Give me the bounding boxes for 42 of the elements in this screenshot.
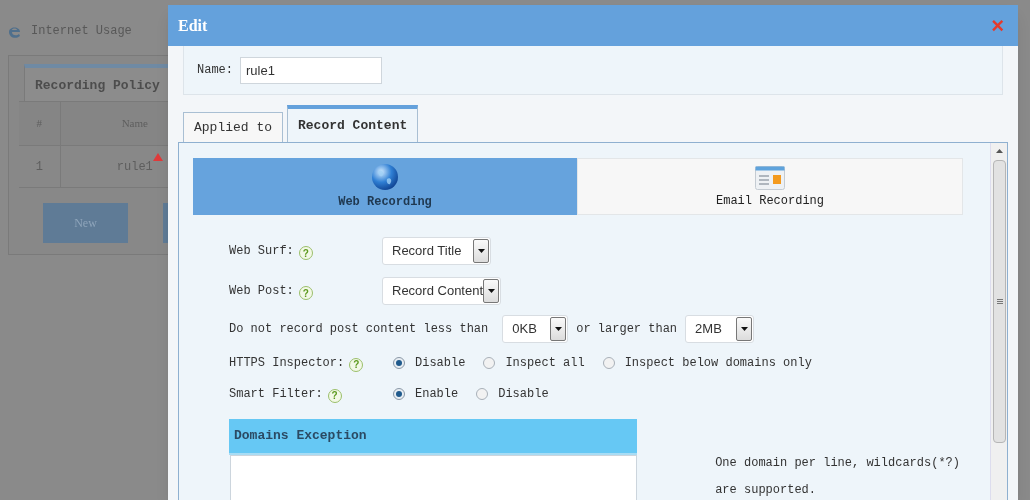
dropdown[interactable]: 2MB [685,315,755,343]
record-type-tab[interactable]: Email Recording [577,158,963,215]
setting-label: Do not record post content less than [229,321,489,338]
dropdown[interactable]: Record Content [382,277,501,305]
setting-label: or larger than [576,321,678,338]
radio-button[interactable] [483,356,496,369]
dropdown[interactable]: Record Title [382,237,491,265]
scrollbar[interactable] [990,143,1007,500]
setting-label: Smart Filter: [229,385,323,403]
option-label: Disable [498,385,549,403]
dropdown[interactable]: 0KB [502,315,569,343]
setting-label: Web Post: [229,283,294,300]
radio-button[interactable] [393,387,405,400]
setting-label: HTTPS Inspector: [229,354,345,372]
option-label: Disable [415,354,466,372]
hint-text: One domain per line, wildcards(*?) are supported. [715,455,961,499]
email-card-icon [755,166,785,190]
record-type-tab[interactable]: Web Recording [193,158,577,215]
option-label: Inspect below domains only [624,354,812,372]
dialog-title: Edit [178,15,208,36]
name-label: Name: [197,62,233,79]
radio-button[interactable] [476,387,489,400]
radio-button[interactable] [602,356,615,369]
setting-label: Web Surf: [229,243,294,260]
option-label: Inspect all [505,354,585,372]
caret-icon [487,289,495,293]
caret-icon [554,327,562,331]
warning-triangle-icon [153,153,163,161]
grip-icon [997,299,1003,304]
name-field[interactable]: rule1 [240,56,382,84]
tab[interactable]: Applied to [183,112,283,142]
caret-icon [477,249,485,253]
section-header: Domains Exception [229,419,638,455]
option-label: Enable [415,385,459,403]
radio-button[interactable] [393,356,405,369]
globe-icon [371,163,399,191]
column-header: # [19,102,61,145]
scroll-up-icon [996,149,1003,153]
scrollbar-thumb[interactable] [993,160,1006,443]
tab[interactable]: Record Content [287,105,419,143]
caret-icon [740,327,748,331]
domains-textarea[interactable] [230,455,637,500]
